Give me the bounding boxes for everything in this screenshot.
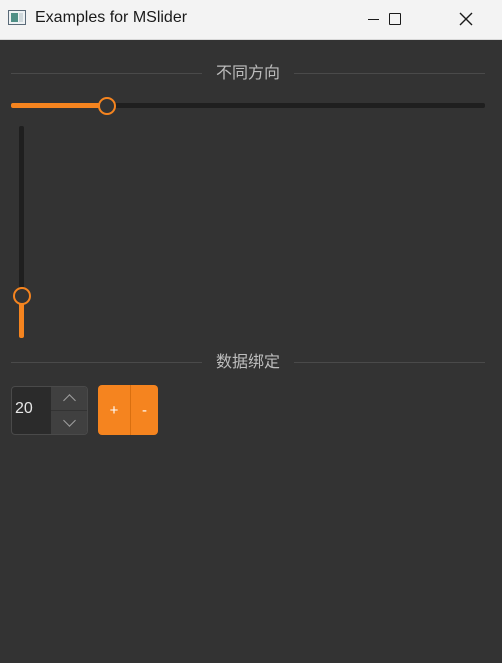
chevron-up-icon [62, 394, 76, 407]
spinbox-value[interactable]: 20 [15, 400, 33, 418]
title-bar: Examples for MSlider [0, 0, 502, 40]
maximize-button[interactable] [372, 0, 418, 38]
value-spinbox[interactable]: 20 [11, 386, 88, 435]
section-title-binding: 数据绑定 [215, 352, 280, 371]
horizontal-slider-handle[interactable] [97, 97, 116, 115]
increase-button[interactable]: + [98, 385, 130, 435]
vertical-slider[interactable] [12, 126, 32, 338]
app-window-icon [8, 10, 26, 25]
increment-button-group: + - [98, 385, 158, 435]
horizontal-slider-fill [11, 103, 106, 108]
spinbox-down-button[interactable] [51, 411, 87, 434]
section-divider-binding: 数据绑定 [11, 352, 485, 372]
section-divider-orientation: 不同方向 [11, 63, 485, 83]
maximize-icon [389, 13, 401, 25]
decrease-button[interactable]: - [131, 385, 158, 435]
chevron-down-icon [62, 414, 76, 427]
spinbox-up-button[interactable] [51, 387, 87, 411]
section-title-orientation: 不同方向 [215, 63, 280, 82]
close-icon [459, 12, 473, 26]
horizontal-slider[interactable] [11, 96, 485, 116]
window-title: Examples for MSlider [35, 9, 188, 26]
close-button[interactable] [443, 0, 489, 38]
vertical-slider-handle[interactable] [13, 286, 31, 305]
